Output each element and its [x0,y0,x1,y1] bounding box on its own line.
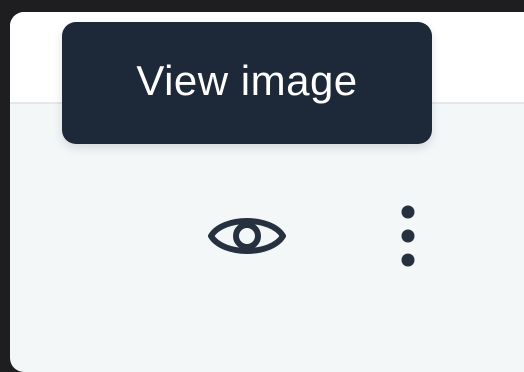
vertical-dots-icon [398,204,418,268]
eye-icon [207,208,287,264]
view-image-button[interactable] [196,198,298,274]
view-image-tooltip: View image [62,22,432,144]
tooltip-label: View image [136,57,358,104]
more-options-button[interactable] [380,196,436,276]
